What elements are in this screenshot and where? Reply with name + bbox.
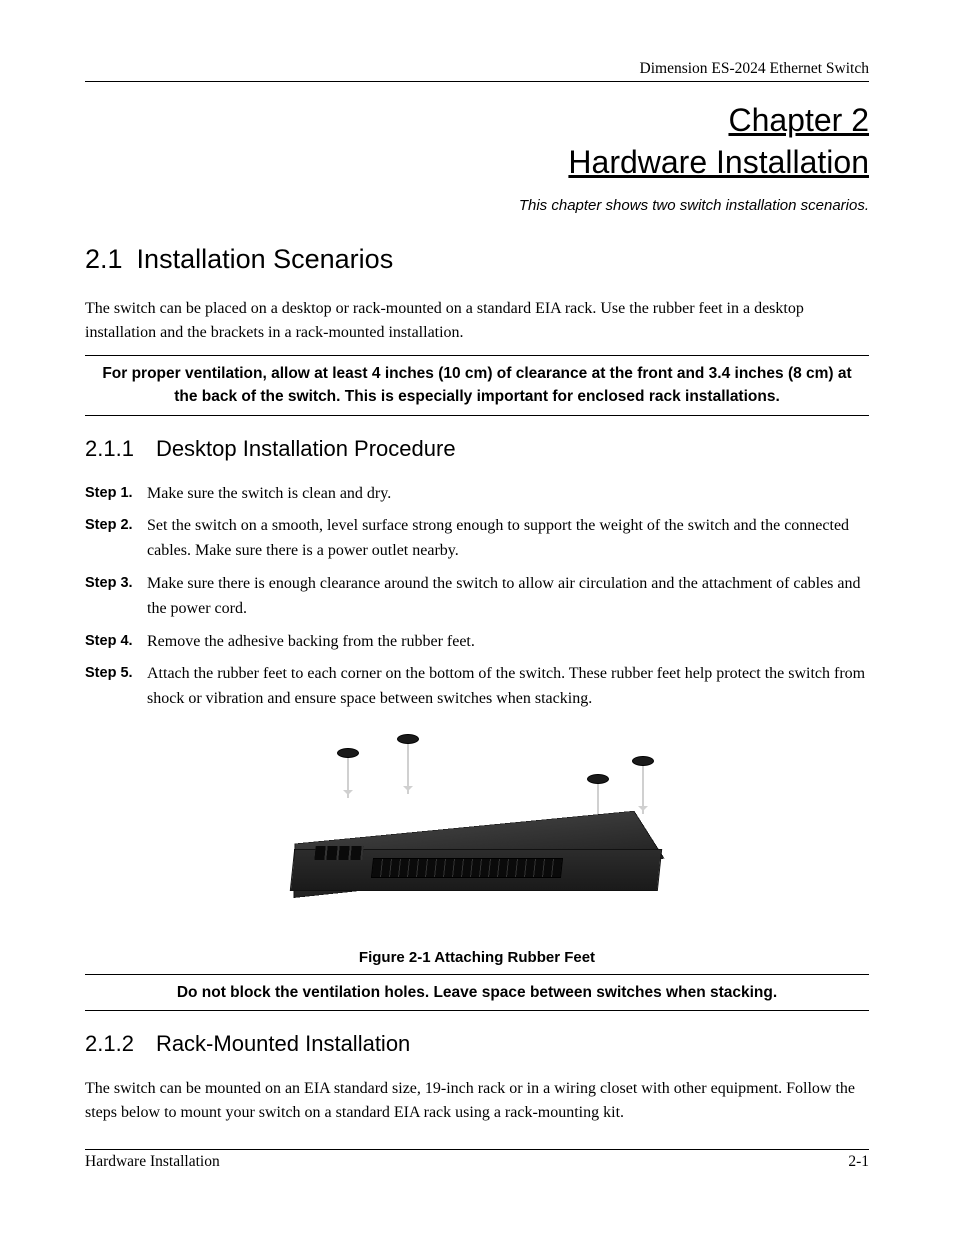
- step-label: Step 5.: [85, 662, 145, 684]
- step-text: Make sure there is enough clearance arou…: [145, 572, 869, 622]
- rubber-foot-icon: [587, 774, 609, 784]
- stacking-warning: Do not block the ventilation holes. Leav…: [85, 974, 869, 1011]
- step-label: Step 3.: [85, 572, 145, 594]
- step-item: Step 4. Remove the adhesive backing from…: [85, 630, 869, 655]
- section-2-1-body: The switch can be placed on a desktop or…: [85, 297, 869, 345]
- subsection-number: 2.1.1: [85, 436, 134, 462]
- page: Dimension ES-2024 Ethernet Switch Chapte…: [0, 0, 954, 1235]
- section-title: Installation Scenarios: [137, 244, 394, 274]
- footer-title: Hardware Installation: [85, 1153, 220, 1171]
- footer: Hardware Installation 2-1: [85, 1149, 869, 1171]
- arrow-icon: [347, 758, 349, 798]
- ventilation-warning: For proper ventilation, allow at least 4…: [85, 355, 869, 416]
- switch-ports: [314, 846, 363, 860]
- subsection-number: 2.1.2: [85, 1031, 134, 1057]
- header-product: Dimension ES-2024 Ethernet Switch: [85, 60, 869, 78]
- chapter-label: Chapter 2: [728, 102, 869, 138]
- step-text: Remove the adhesive backing from the rub…: [145, 630, 869, 655]
- subsection-title: Rack-Mounted Installation: [156, 1031, 410, 1056]
- figure-caption: Figure 2-1 Attaching Rubber Feet: [85, 949, 869, 966]
- step-text: Set the switch on a smooth, level surfac…: [145, 514, 869, 564]
- step-label: Step 1.: [85, 482, 145, 504]
- section-2-1-1-heading: 2.1.1 Desktop Installation Procedure: [85, 436, 869, 462]
- switch-ports: [371, 858, 563, 878]
- step-item: Step 5. Attach the rubber feet to each c…: [85, 662, 869, 712]
- header-rule: Dimension ES-2024 Ethernet Switch: [85, 60, 869, 82]
- section-number: 2.1: [85, 244, 123, 275]
- step-item: Step 2. Set the switch on a smooth, leve…: [85, 514, 869, 564]
- step-label: Step 2.: [85, 514, 145, 536]
- figure-2-1: [85, 726, 869, 941]
- chapter-title-text: Hardware Installation: [568, 144, 869, 180]
- subsection-title: Desktop Installation Procedure: [156, 436, 456, 461]
- chapter-subtitle: This chapter shows two switch installati…: [85, 197, 869, 214]
- step-text: Make sure the switch is clean and dry.: [145, 482, 869, 507]
- rubber-foot-icon: [337, 748, 359, 758]
- section-2-1-2-body: The switch can be mounted on an EIA stan…: [85, 1077, 869, 1125]
- rubber-foot-icon: [632, 756, 654, 766]
- step-text: Attach the rubber feet to each corner on…: [145, 662, 869, 712]
- step-label: Step 4.: [85, 630, 145, 652]
- section-2-1-2-heading: 2.1.2 Rack-Mounted Installation: [85, 1031, 869, 1057]
- arrow-icon: [407, 744, 409, 794]
- step-item: Step 1. Make sure the switch is clean an…: [85, 482, 869, 507]
- rubber-foot-icon: [397, 734, 419, 744]
- step-item: Step 3. Make sure there is enough cleara…: [85, 572, 869, 622]
- chapter-heading: Chapter 2 Hardware Installation: [85, 100, 869, 183]
- arrow-icon: [642, 766, 644, 814]
- steps-list: Step 1. Make sure the switch is clean an…: [85, 482, 869, 712]
- section-2-1-heading: 2.1 Installation Scenarios: [85, 244, 869, 275]
- switch-illustration: [267, 726, 687, 936]
- footer-page-number: 2-1: [848, 1153, 869, 1171]
